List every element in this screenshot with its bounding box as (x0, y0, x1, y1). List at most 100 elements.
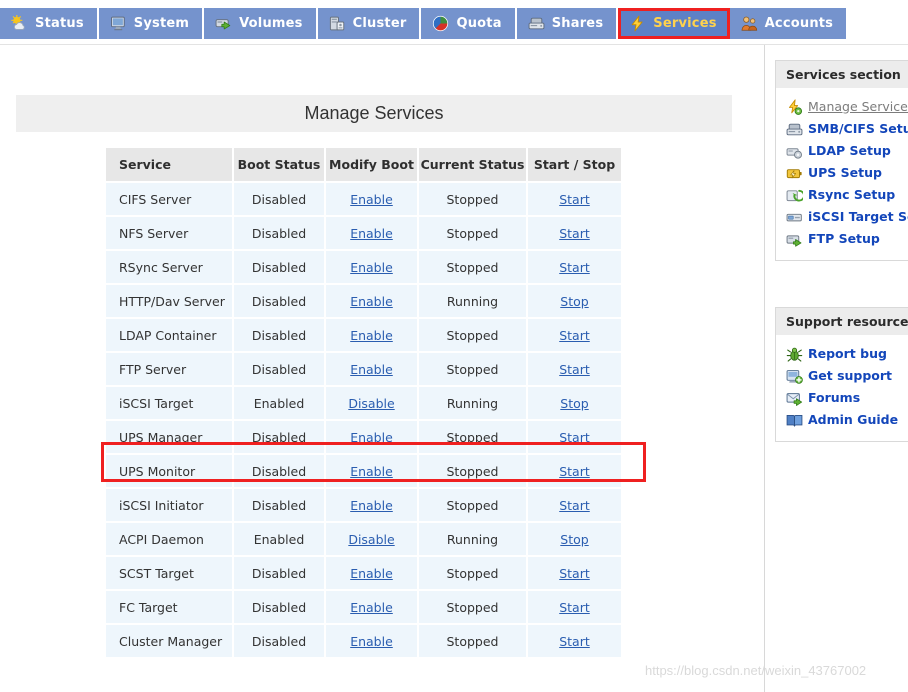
start-stop-link[interactable]: Start (559, 328, 590, 343)
nav-tab-label: Volumes (239, 16, 303, 31)
cell-boot-status: Disabled (234, 217, 324, 249)
nav-tab-accounts[interactable]: Accounts (729, 8, 849, 39)
cell-service-name: HTTP/Dav Server (106, 285, 232, 317)
sidebar-support-item-label[interactable]: Forums (808, 390, 860, 405)
cell-boot-status: Disabled (234, 319, 324, 351)
sidebar-item-smb-cifs-setup[interactable]: SMB/CIFS Setup (776, 117, 908, 139)
cell-boot-status: Disabled (234, 183, 324, 215)
cell-boot-status: Disabled (234, 455, 324, 487)
sidebar-item-label[interactable]: FTP Setup (808, 231, 880, 246)
sidebar-item-label[interactable]: Rsync Setup (808, 187, 895, 202)
start-stop-link[interactable]: Start (559, 430, 590, 445)
sidebar-item-label[interactable]: UPS Setup (808, 165, 882, 180)
start-stop-link[interactable]: Start (559, 260, 590, 275)
start-stop-link[interactable]: Stop (560, 294, 588, 309)
sidebar-support-item-report-bug[interactable]: Report bug (776, 342, 908, 364)
modify-boot-link[interactable]: Enable (350, 464, 393, 479)
table-row: Cluster Manager Disabled Enable Stopped Star… (106, 625, 621, 657)
sidebar-support-item-admin-guide[interactable]: Admin Guide (776, 408, 908, 430)
modify-boot-link[interactable]: Enable (350, 430, 393, 445)
cell-modify-boot: Disable (326, 387, 417, 419)
top-navigation-bar: Status System Volumes Cluster Quota Shares Ser… (0, 0, 908, 45)
sidebar-item-label[interactable]: iSCSI Target Setup (808, 209, 908, 224)
column-header-current-status: Current Status (419, 148, 526, 181)
sidebar-item-label[interactable]: Manage Services (808, 99, 908, 114)
sidebar-support-item-label[interactable]: Report bug (808, 346, 887, 361)
modify-boot-link[interactable]: Disable (348, 532, 394, 547)
start-stop-link[interactable]: Start (559, 192, 590, 207)
table-header-row: Service Boot Status Modify Boot Current … (106, 148, 621, 181)
cell-boot-status: Disabled (234, 251, 324, 283)
cell-modify-boot: Enable (326, 455, 417, 487)
sidebar-item-ftp-setup[interactable]: FTP Setup (776, 227, 908, 249)
modify-boot-link[interactable]: Enable (350, 260, 393, 275)
gear-disk-icon (786, 143, 802, 159)
drive-icon (528, 15, 545, 32)
cell-start-stop: Start (528, 421, 621, 453)
cell-start-stop: Start (528, 217, 621, 249)
nav-tab-label: Status (35, 16, 84, 31)
cell-boot-status: Enabled (234, 387, 324, 419)
modify-boot-link[interactable]: Enable (350, 328, 393, 343)
start-stop-link[interactable]: Start (559, 362, 590, 377)
modify-boot-link[interactable]: Enable (350, 634, 393, 649)
sidebar-item-label[interactable]: LDAP Setup (808, 143, 891, 158)
cell-boot-status: Disabled (234, 285, 324, 317)
cell-service-name: LDAP Container (106, 319, 232, 351)
cell-service-name: SCST Target (106, 557, 232, 589)
modify-boot-link[interactable]: Enable (350, 192, 393, 207)
table-row: FC Target Disabled Enable Stopped Start (106, 591, 621, 623)
sidebar-support-heading: Support resources (776, 308, 908, 335)
nav-tab-volumes[interactable]: Volumes (204, 8, 318, 39)
start-stop-link[interactable]: Start (559, 634, 590, 649)
cell-service-name: RSync Server (106, 251, 232, 283)
start-stop-link[interactable]: Start (559, 464, 590, 479)
modify-boot-link[interactable]: Enable (350, 226, 393, 241)
cell-current-status: Stopped (419, 591, 526, 623)
cell-current-status: Stopped (419, 319, 526, 351)
sidebar-support-item-label[interactable]: Admin Guide (808, 412, 898, 427)
sidebar-item-ups-setup[interactable]: UPS Setup (776, 161, 908, 183)
nav-tab-cluster[interactable]: Cluster (317, 8, 422, 39)
sidebar-item-rsync-setup[interactable]: Rsync Setup (776, 183, 908, 205)
modify-boot-link[interactable]: Disable (348, 396, 394, 411)
sidebar-item-label[interactable]: SMB/CIFS Setup (808, 121, 908, 136)
modify-boot-link[interactable]: Enable (350, 498, 393, 513)
nav-tab-strip: Status System Volumes Cluster Quota Shares Ser… (0, 8, 849, 39)
nav-tab-label: Services (653, 16, 717, 31)
cell-start-stop: Start (528, 489, 621, 521)
sidebar-support-item-get-support[interactable]: Get support (776, 364, 908, 386)
start-stop-link[interactable]: Stop (560, 396, 588, 411)
nav-tab-quota[interactable]: Quota (421, 8, 517, 39)
modify-boot-link[interactable]: Enable (350, 362, 393, 377)
nav-tab-services[interactable]: Services (618, 8, 730, 39)
cell-modify-boot: Enable (326, 489, 417, 521)
cell-current-status: Running (419, 523, 526, 555)
start-stop-link[interactable]: Start (559, 566, 590, 581)
modify-boot-link[interactable]: Enable (350, 294, 393, 309)
sidebar-item-iscsi-target-setup[interactable]: iSCSI Target Setup (776, 205, 908, 227)
modify-boot-link[interactable]: Enable (350, 566, 393, 581)
nav-tab-status[interactable]: Status (0, 8, 99, 39)
start-stop-link[interactable]: Start (559, 498, 590, 513)
start-stop-link[interactable]: Stop (560, 532, 588, 547)
services-table: Service Boot Status Modify Boot Current … (104, 146, 623, 659)
cell-service-name: UPS Monitor (106, 455, 232, 487)
modify-boot-link[interactable]: Enable (350, 600, 393, 615)
table-row: RSync Server Disabled Enable Stopped Start (106, 251, 621, 283)
sidebar-support-item-label[interactable]: Get support (808, 368, 892, 383)
nav-tab-shares[interactable]: Shares (516, 8, 619, 39)
ftp-icon (786, 231, 802, 247)
cell-boot-status: Disabled (234, 353, 324, 385)
nav-tab-system[interactable]: System (98, 8, 205, 39)
start-stop-link[interactable]: Start (559, 226, 590, 241)
sidebar-item-manage-services[interactable]: Manage Services (776, 95, 908, 117)
sidebar-item-ldap-setup[interactable]: LDAP Setup (776, 139, 908, 161)
cell-start-stop: Stop (528, 523, 621, 555)
start-stop-link[interactable]: Start (559, 600, 590, 615)
cell-start-stop: Start (528, 251, 621, 283)
sidebar-support-item-forums[interactable]: Forums (776, 386, 908, 408)
cell-start-stop: Start (528, 557, 621, 589)
sun-cloud-icon (11, 15, 28, 32)
monitor-icon (110, 15, 127, 32)
